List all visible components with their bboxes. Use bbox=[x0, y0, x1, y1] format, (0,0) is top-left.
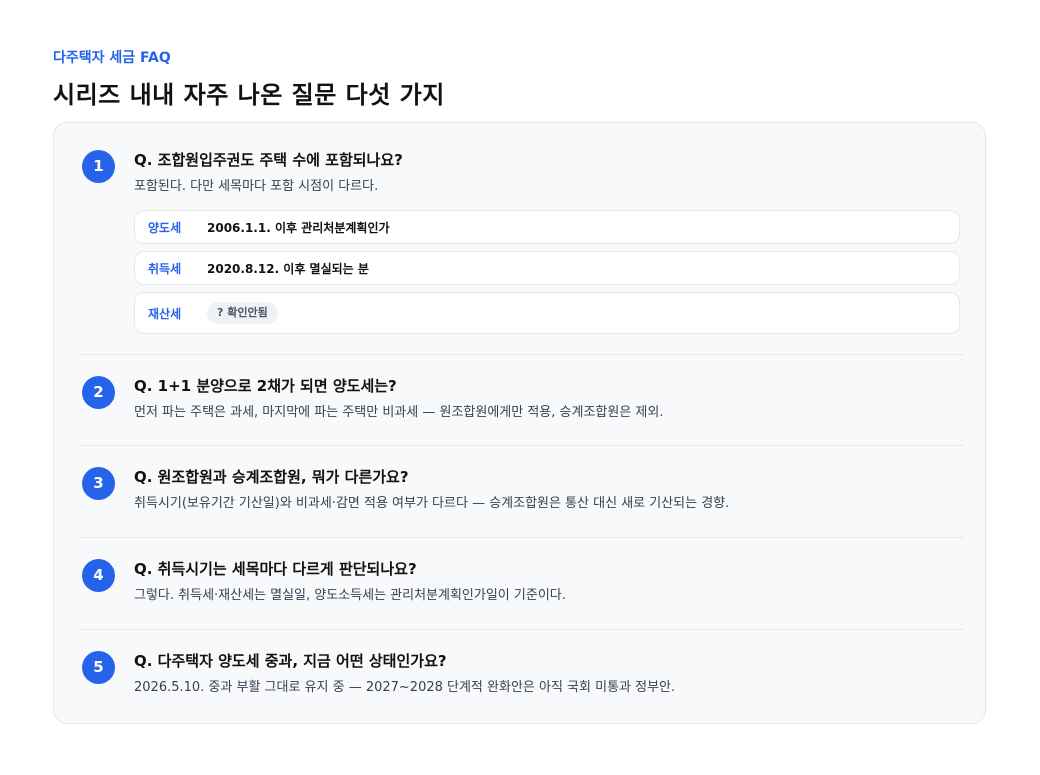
faq-answer: 포함된다. 다만 세목마다 포함 시점이 다르다. bbox=[134, 179, 379, 194]
page-title: 시리즈 내내 자주 나온 질문 다섯 가지 bbox=[53, 81, 445, 109]
faq-card: 1 Q. 조합원입주권도 주택 수에 포함되나요? 포함된다. 다만 세목마다 … bbox=[53, 122, 986, 724]
faq-question: Q. 다주택자 양도세 중과, 지금 어떤 상태인가요? bbox=[134, 652, 447, 670]
tax-detail-list: 양도세 2006.1.1. 이후 관리처분계획인가 취득세 2020.8.12.… bbox=[134, 210, 960, 341]
faq-question: Q. 1+1 분양으로 2채가 되면 양도세는? bbox=[134, 377, 397, 395]
faq-answer: 취득시기(보유기간 기산일)와 비과세·감면 적용 여부가 다르다 — 승계조합… bbox=[134, 496, 730, 511]
divider bbox=[78, 629, 964, 630]
tax-type-value: ? 확인안됨 bbox=[207, 293, 278, 333]
tax-type-label: 재산세 bbox=[148, 306, 182, 321]
faq-answer: 먼저 파는 주택은 과세, 마지막에 파는 주택만 비과세 — 원조합원에게만 … bbox=[134, 405, 664, 420]
faq-number-badge: 1 bbox=[82, 150, 115, 183]
faq-question: Q. 원조합원과 승계조합원, 뭐가 다른가요? bbox=[134, 468, 409, 486]
tax-detail-row: 양도세 2006.1.1. 이후 관리처분계획인가 bbox=[134, 210, 960, 244]
faq-number-badge: 4 bbox=[82, 559, 115, 592]
unconfirmed-badge: ? 확인안됨 bbox=[207, 302, 278, 324]
tax-detail-row: 재산세 ? 확인안됨 bbox=[134, 292, 960, 334]
faq-number-badge: 5 bbox=[82, 651, 115, 684]
divider bbox=[78, 537, 964, 538]
tax-type-value: 2006.1.1. 이후 관리처분계획인가 bbox=[207, 220, 390, 235]
faq-answer: 2026.5.10. 중과 부활 그대로 유지 중 — 2027~2028 단계… bbox=[134, 680, 676, 695]
divider bbox=[78, 354, 964, 355]
faq-number-badge: 3 bbox=[82, 467, 115, 500]
series-eyebrow: 다주택자 세금 FAQ bbox=[53, 50, 171, 66]
tax-type-label: 양도세 bbox=[148, 220, 182, 235]
faq-question: Q. 취득시기는 세목마다 다르게 판단되나요? bbox=[134, 560, 417, 578]
faq-question: Q. 조합원입주권도 주택 수에 포함되나요? bbox=[134, 151, 403, 169]
tax-detail-row: 취득세 2020.8.12. 이후 멸실되는 분 bbox=[134, 251, 960, 285]
page-header: 다주택자 세금 FAQ 시리즈 내내 자주 나온 질문 다섯 가지 bbox=[53, 48, 988, 112]
faq-answer: 그렇다. 취득세·재산세는 멸실일, 양도소득세는 관리처분계획인가일이 기준이… bbox=[134, 588, 566, 603]
tax-type-label: 취득세 bbox=[148, 261, 182, 276]
faq-number-badge: 2 bbox=[82, 376, 115, 409]
divider bbox=[78, 445, 964, 446]
tax-type-value: 2020.8.12. 이후 멸실되는 분 bbox=[207, 261, 369, 276]
